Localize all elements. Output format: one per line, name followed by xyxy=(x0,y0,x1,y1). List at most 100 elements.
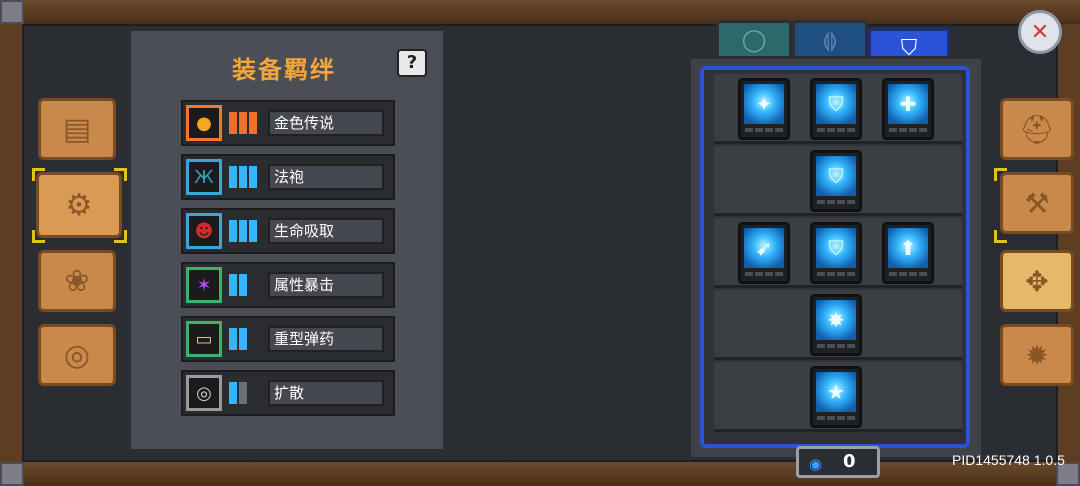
bond-label: 重型弹药 xyxy=(268,326,384,352)
tab-skill-1[interactable]: ◯ xyxy=(716,20,792,60)
bond-level-bars xyxy=(229,220,257,242)
skill-slot[interactable]: ★ xyxy=(810,366,862,428)
shield-icon: ⛉ xyxy=(816,156,856,196)
bond-level-bar xyxy=(239,274,247,296)
starburst-icon: ✦ xyxy=(744,84,784,124)
dash-icon: ➹ xyxy=(744,228,784,268)
skill-level-pip xyxy=(745,272,753,276)
skill-level-pip xyxy=(837,344,845,348)
skill-slot[interactable]: ⛉ xyxy=(810,78,862,140)
book-tab[interactable]: ▤ xyxy=(38,98,116,160)
helmet-tab[interactable]: ⛑ xyxy=(1000,98,1074,160)
skill-slot[interactable]: ⛉ xyxy=(810,150,862,212)
crafting-icon: ⚙ xyxy=(65,187,93,223)
skill-level-pip xyxy=(745,128,753,132)
skill-level-pip xyxy=(847,200,855,204)
skill-level-pip xyxy=(899,272,907,276)
selection-bracket xyxy=(114,230,127,243)
skill-level-pip xyxy=(837,272,845,276)
close-icon: ✕ xyxy=(1030,19,1050,45)
skill-slot[interactable]: ✚ xyxy=(882,78,934,140)
frame-bottom xyxy=(0,462,1080,486)
ring-icon: ◯ xyxy=(741,27,767,53)
skill-level-pip xyxy=(755,128,763,132)
build-id: PID1455748 1.0.5 xyxy=(952,452,1065,468)
gem-icon: ◉ xyxy=(809,455,823,473)
skill-level-pip xyxy=(827,344,835,348)
skill-level-pip xyxy=(899,128,907,132)
skill-level-pip xyxy=(827,200,835,204)
selection-bracket xyxy=(32,230,45,243)
bond-level-bars xyxy=(229,166,257,188)
flame-orb-icon: ● xyxy=(186,105,222,141)
bond-row[interactable]: ✶ 属性暴击 xyxy=(181,262,395,308)
skill-level-pip xyxy=(817,344,825,348)
page-title: 装备羁绊 xyxy=(232,56,336,84)
compass-icon: ✥ xyxy=(1025,264,1049,298)
shield-beam-icon: ⛉ xyxy=(816,228,856,268)
skill-level-pip xyxy=(919,128,927,132)
corner-bolt xyxy=(0,462,24,486)
steering-tab[interactable]: ◎ xyxy=(38,324,116,386)
bond-row[interactable]: ● 金色传说 xyxy=(181,100,395,146)
bond-level-bars xyxy=(229,382,247,404)
skill-level-pip xyxy=(847,272,855,276)
bond-level-bar xyxy=(229,112,237,134)
bond-row[interactable]: ☻ 生命吸取 xyxy=(181,208,395,254)
compass-tab[interactable]: ✥ xyxy=(1000,250,1074,312)
frame-right xyxy=(1058,24,1080,462)
help-button[interactable]: ? xyxy=(397,49,427,77)
bond-level-bar xyxy=(249,112,257,134)
skill-level-pip xyxy=(909,128,917,132)
skill-level-pips xyxy=(745,272,783,276)
bond-row[interactable]: ▭ 重型弹药 xyxy=(181,316,395,362)
bond-level-bar xyxy=(229,166,237,188)
corner-bolt xyxy=(0,0,24,24)
skill-slot[interactable]: ⬆ xyxy=(882,222,934,284)
bond-level-bar xyxy=(239,328,247,350)
skill-level-pip xyxy=(847,128,855,132)
wings-icon: ⟬⟭ xyxy=(822,28,838,52)
bullet-icon: ▭ xyxy=(186,321,222,357)
pets-icon: ❀ xyxy=(64,263,90,299)
bond-level-bar xyxy=(229,220,237,242)
gem-counter: ◉ 0 xyxy=(796,446,880,478)
crafting-tab[interactable]: ⚙ xyxy=(36,172,122,238)
tab-skill-2[interactable]: ⟬⟭ xyxy=(792,20,868,60)
bond-label: 属性暴击 xyxy=(268,272,384,298)
bond-row[interactable]: Ж 法袍 xyxy=(181,154,395,200)
skill-level-pip xyxy=(919,272,927,276)
skill-level-pips xyxy=(889,128,927,132)
skill-slot[interactable]: ✸ xyxy=(810,294,862,356)
selection-bracket xyxy=(114,168,127,181)
skill-level-pips xyxy=(817,344,855,348)
bond-level-bar xyxy=(239,112,247,134)
bond-level-bar xyxy=(249,166,257,188)
shield-slash-icon: ⛉ xyxy=(816,84,856,124)
book-icon: ▤ xyxy=(62,111,92,147)
bond-level-bar xyxy=(229,274,237,296)
skill-slot[interactable]: ⛉ xyxy=(810,222,862,284)
skill-level-pip xyxy=(889,272,897,276)
bond-label: 扩散 xyxy=(268,380,384,406)
bond-row[interactable]: ◎ 扩散 xyxy=(181,370,395,416)
skill-level-pip xyxy=(827,272,835,276)
tools-icon: ⚒ xyxy=(1024,186,1050,220)
skill-level-pips xyxy=(817,272,855,276)
skill-slot[interactable]: ➹ xyxy=(738,222,790,284)
helmet-icon: ⛑ xyxy=(1019,112,1055,146)
skill-slot[interactable]: ✦ xyxy=(738,78,790,140)
bond-label: 金色传说 xyxy=(268,110,384,136)
pets-tab[interactable]: ❀ xyxy=(38,250,116,312)
skill-level-pip xyxy=(909,272,917,276)
skill-level-pips xyxy=(745,128,783,132)
skill-level-pips xyxy=(817,200,855,204)
frame-left xyxy=(0,24,22,462)
tools-tab[interactable]: ⚒ xyxy=(1000,172,1074,234)
gear-tab[interactable]: ✹ xyxy=(1000,324,1074,386)
skill-level-pips xyxy=(889,272,927,276)
skill-level-pip xyxy=(817,416,825,420)
bond-level-bar xyxy=(229,328,237,350)
close-button[interactable]: ✕ xyxy=(1018,10,1062,54)
shield-up-icon: ⬆ xyxy=(888,228,928,268)
